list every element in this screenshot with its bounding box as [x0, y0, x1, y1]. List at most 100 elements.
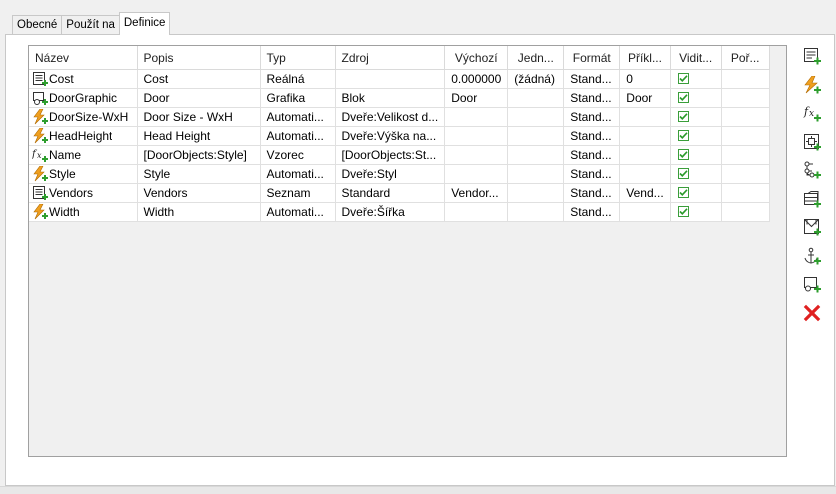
source-cell[interactable]: Blok — [335, 88, 446, 108]
name-cell[interactable]: Cost — [29, 69, 138, 89]
units-cell[interactable] — [507, 107, 565, 127]
column-header[interactable]: Příkl... — [619, 46, 671, 70]
add-material-property-button[interactable] — [800, 187, 824, 211]
source-cell[interactable]: [DoorObjects:St... — [335, 145, 446, 165]
table-row[interactable]: DoorSize-WxH Door Size - WxH Automati... Dv… — [29, 107, 770, 127]
visible-checkbox[interactable] — [677, 73, 689, 84]
format-cell[interactable]: Stand... — [563, 145, 621, 165]
table-row[interactable]: Vendors Vendors Seznam Standard Vendor... Sta… — [29, 183, 770, 203]
add-location-property-button[interactable] — [800, 244, 824, 268]
type-cell[interactable]: Vzorec — [260, 145, 336, 165]
description-cell[interactable]: Head Height — [137, 126, 261, 146]
type-cell[interactable]: Seznam — [260, 183, 336, 203]
visible-checkbox[interactable] — [677, 111, 689, 122]
units-cell[interactable] — [507, 145, 565, 165]
order-cell[interactable] — [721, 69, 770, 89]
column-header[interactable]: Jedn... — [507, 46, 565, 70]
column-header[interactable]: Typ — [260, 46, 336, 70]
example-cell[interactable]: Vend... — [619, 183, 671, 203]
type-cell[interactable]: Automati... — [260, 107, 336, 127]
source-cell[interactable]: Dveře:Styl — [335, 164, 446, 184]
visible-checkbox[interactable] — [677, 130, 689, 141]
example-cell[interactable] — [619, 107, 671, 127]
default-cell[interactable] — [444, 145, 509, 165]
description-cell[interactable]: Door — [137, 88, 261, 108]
visible-cell[interactable] — [670, 69, 722, 89]
order-cell[interactable] — [721, 202, 770, 222]
visible-checkbox[interactable] — [677, 92, 689, 103]
default-cell[interactable]: Door — [444, 88, 509, 108]
format-cell[interactable]: Stand... — [563, 202, 621, 222]
example-cell[interactable]: 0 — [619, 69, 671, 89]
units-cell[interactable] — [507, 126, 565, 146]
example-cell[interactable] — [619, 202, 671, 222]
visible-checkbox[interactable] — [677, 206, 689, 217]
visible-cell[interactable] — [670, 107, 722, 127]
type-cell[interactable]: Grafika — [260, 88, 336, 108]
type-cell[interactable]: Reálná — [260, 69, 336, 89]
default-cell[interactable]: 0.000000 — [444, 69, 509, 89]
description-cell[interactable]: Width — [137, 202, 261, 222]
source-cell[interactable]: Dveře:Velikost d... — [335, 107, 446, 127]
column-header[interactable]: Popis — [137, 46, 261, 70]
order-cell[interactable] — [721, 164, 770, 184]
description-cell[interactable]: Style — [137, 164, 261, 184]
add-list-property-button[interactable] — [800, 44, 824, 68]
add-anchor-property-button[interactable] — [800, 130, 824, 154]
visible-cell[interactable] — [670, 126, 722, 146]
column-header[interactable]: Výchozí — [444, 46, 509, 70]
visible-checkbox[interactable] — [677, 149, 689, 160]
visible-cell[interactable] — [670, 88, 722, 108]
order-cell[interactable] — [721, 107, 770, 127]
name-cell[interactable]: Width — [29, 202, 138, 222]
default-cell[interactable] — [444, 164, 509, 184]
source-cell[interactable]: Standard — [335, 183, 446, 203]
column-header[interactable]: Poř... — [721, 46, 770, 70]
visible-cell[interactable] — [670, 183, 722, 203]
format-cell[interactable]: Stand... — [563, 69, 621, 89]
source-cell[interactable] — [335, 69, 446, 89]
example-cell[interactable] — [619, 164, 671, 184]
table-row[interactable]: Style Style Automati... Dveře:Styl Stand... — [29, 164, 770, 184]
visible-cell[interactable] — [670, 202, 722, 222]
order-cell[interactable] — [721, 126, 770, 146]
order-cell[interactable] — [721, 145, 770, 165]
description-cell[interactable]: Vendors — [137, 183, 261, 203]
tab-apply-to[interactable]: Použít na — [61, 15, 120, 35]
column-header[interactable]: Formát — [563, 46, 621, 70]
units-cell[interactable]: (žádná) — [507, 69, 565, 89]
column-header[interactable]: Vidit... — [670, 46, 722, 70]
name-cell[interactable]: HeadHeight — [29, 126, 138, 146]
description-cell[interactable]: Cost — [137, 69, 261, 89]
format-cell[interactable]: Stand... — [563, 126, 621, 146]
delete-property-button[interactable] — [800, 301, 824, 325]
format-cell[interactable]: Stand... — [563, 107, 621, 127]
tab-general[interactable]: Obecné — [12, 15, 63, 35]
table-row[interactable]: HeadHeight Head Height Automati... Dveře:Vý… — [29, 126, 770, 146]
format-cell[interactable]: Stand... — [563, 164, 621, 184]
units-cell[interactable] — [507, 164, 565, 184]
example-cell[interactable]: Door — [619, 88, 671, 108]
add-graphic-property-button[interactable] — [800, 272, 824, 296]
default-cell[interactable]: Vendor... — [444, 183, 509, 203]
visible-cell[interactable] — [670, 145, 722, 165]
order-cell[interactable] — [721, 88, 770, 108]
default-cell[interactable] — [444, 107, 509, 127]
table-row[interactable]: Width Width Automati... Dveře:Šířka Stand... — [29, 202, 770, 222]
column-header[interactable]: Zdroj — [335, 46, 446, 70]
units-cell[interactable] — [507, 202, 565, 222]
format-cell[interactable]: Stand... — [563, 88, 621, 108]
add-block-property-button[interactable] — [800, 215, 824, 239]
add-automatic-property-button[interactable] — [800, 73, 824, 97]
default-cell[interactable] — [444, 126, 509, 146]
source-cell[interactable]: Dveře:Šířka — [335, 202, 446, 222]
table-row[interactable]: DoorGraphic Door Grafika Blok Door Stand... Do… — [29, 88, 770, 108]
type-cell[interactable]: Automati... — [260, 202, 336, 222]
column-header[interactable]: Název — [29, 46, 138, 70]
order-cell[interactable] — [721, 183, 770, 203]
example-cell[interactable] — [619, 145, 671, 165]
name-cell[interactable]: f x Name — [29, 145, 138, 165]
name-cell[interactable]: DoorGraphic — [29, 88, 138, 108]
table-row[interactable]: Cost Cost Reálná 0.000000 (žádná) Stand... 0 — [29, 69, 770, 89]
type-cell[interactable]: Automati... — [260, 164, 336, 184]
